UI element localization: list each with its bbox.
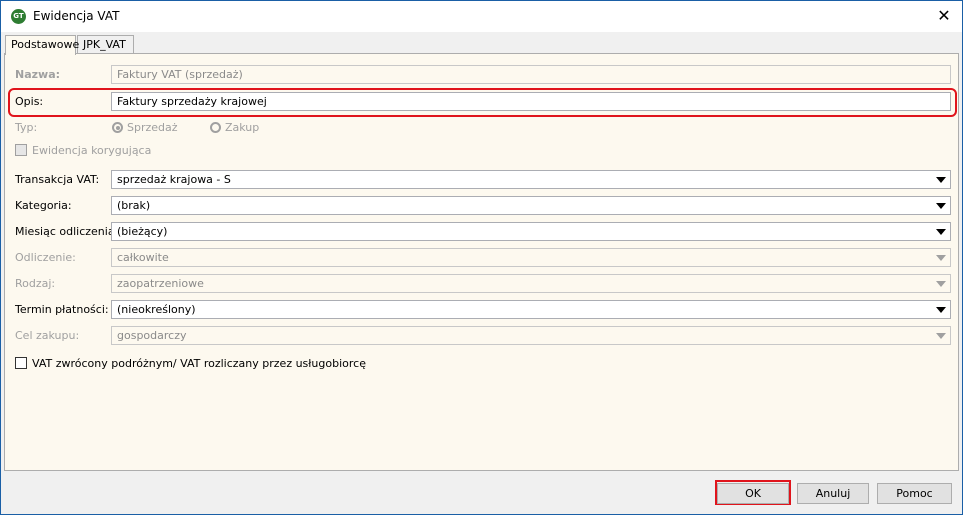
rodzaj-label: Rodzaj: bbox=[15, 277, 56, 290]
cancel-button[interactable]: Anuluj bbox=[797, 483, 869, 504]
checkbox-icon bbox=[15, 144, 27, 156]
dialog-window: GT Ewidencja VAT ✕ Podstawowe JPK_VAT Na… bbox=[0, 0, 963, 515]
kategoria-value: (brak) bbox=[117, 199, 151, 212]
kategoria-select[interactable]: (brak) bbox=[111, 196, 951, 215]
title-bar: GT Ewidencja VAT ✕ bbox=[1, 1, 962, 32]
form-panel: Nazwa: Faktury VAT (sprzedaż) Opis: Fakt… bbox=[4, 53, 959, 471]
dropdown-arrow-icon[interactable] bbox=[936, 177, 946, 183]
close-icon[interactable]: ✕ bbox=[932, 5, 956, 27]
tab-jpk-vat[interactable]: JPK_VAT bbox=[77, 35, 134, 54]
opis-field[interactable]: Faktury sprzedaży krajowej bbox=[111, 92, 951, 111]
korygujaca-label: Ewidencja korygująca bbox=[32, 144, 152, 157]
radio-empty-icon bbox=[210, 122, 221, 133]
cel-label: Cel zakupu: bbox=[15, 329, 80, 342]
checkbox-icon[interactable] bbox=[15, 357, 27, 369]
help-button[interactable]: Pomoc bbox=[877, 483, 952, 504]
app-logo-icon: GT bbox=[11, 9, 26, 24]
termin-select[interactable]: (nieokreślony) bbox=[111, 300, 951, 319]
dropdown-arrow-icon bbox=[936, 333, 946, 339]
rodzaj-select: zaopatrzeniowe bbox=[111, 274, 951, 293]
window-title: Ewidencja VAT bbox=[33, 9, 120, 23]
korygujaca-checkbox: Ewidencja korygująca bbox=[15, 144, 151, 157]
miesiac-value: (bieżący) bbox=[117, 225, 168, 238]
termin-value: (nieokreślony) bbox=[117, 303, 196, 316]
ok-button[interactable]: OK bbox=[717, 483, 789, 504]
cel-value: gospodarczy bbox=[117, 329, 187, 342]
kategoria-label: Kategoria: bbox=[15, 199, 72, 212]
termin-label: Termin płatności: bbox=[15, 303, 109, 316]
cel-select: gospodarczy bbox=[111, 326, 951, 345]
nazwa-label: Nazwa: bbox=[15, 68, 61, 81]
vat-zwrocony-checkbox[interactable]: VAT zwrócony podróżnym/ VAT rozliczany p… bbox=[15, 357, 366, 370]
odliczenie-select: całkowite bbox=[111, 248, 951, 267]
dropdown-arrow-icon[interactable] bbox=[936, 203, 946, 209]
transakcja-value: sprzedaż krajowa - S bbox=[117, 173, 231, 186]
dropdown-arrow-icon[interactable] bbox=[936, 307, 946, 313]
typ-label: Typ: bbox=[15, 121, 38, 134]
odliczenie-value: całkowite bbox=[117, 251, 169, 264]
odliczenie-label: Odliczenie: bbox=[15, 251, 76, 264]
radio-selected-icon bbox=[112, 122, 123, 133]
miesiac-label: Miesiąc odliczenia: bbox=[15, 225, 119, 238]
radio-zakup-label: Zakup bbox=[225, 121, 260, 134]
vat-zwrocony-label: VAT zwrócony podróżnym/ VAT rozliczany p… bbox=[32, 357, 366, 370]
opis-label: Opis: bbox=[15, 95, 44, 108]
dropdown-arrow-icon bbox=[936, 281, 946, 287]
transakcja-select[interactable]: sprzedaż krajowa - S bbox=[111, 170, 951, 189]
miesiac-select[interactable]: (bieżący) bbox=[111, 222, 951, 241]
radio-zakup: Zakup bbox=[210, 121, 259, 134]
tab-podstawowe[interactable]: Podstawowe bbox=[5, 35, 79, 55]
rodzaj-value: zaopatrzeniowe bbox=[117, 277, 204, 290]
transakcja-label: Transakcja VAT: bbox=[15, 173, 100, 186]
radio-sprzedaz-label: Sprzedaż bbox=[127, 121, 178, 134]
dropdown-arrow-icon[interactable] bbox=[936, 229, 946, 235]
radio-sprzedaz: Sprzedaż bbox=[112, 121, 178, 134]
dropdown-arrow-icon bbox=[936, 255, 946, 261]
nazwa-field: Faktury VAT (sprzedaż) bbox=[111, 65, 951, 84]
